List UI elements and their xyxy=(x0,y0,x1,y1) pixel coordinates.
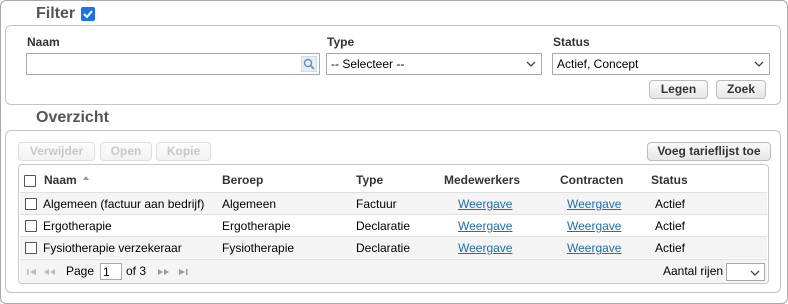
column-header-type[interactable]: Type xyxy=(356,173,383,187)
previous-page-icon[interactable] xyxy=(43,268,57,276)
contracten-link[interactable]: Weergave xyxy=(567,219,621,233)
copy-button[interactable]: Kopie xyxy=(156,142,211,161)
cell-status: Actief xyxy=(655,219,686,233)
cell-naam: Algemeen (factuur aan bedrijf) xyxy=(43,197,205,211)
first-page-icon[interactable] xyxy=(26,268,38,276)
contracten-link[interactable]: Weergave xyxy=(567,241,621,255)
column-header-medewerkers[interactable]: Medewerkers xyxy=(444,173,520,187)
cell-type: Declaratie xyxy=(356,241,411,255)
rows-per-page-label: Aantal rijen xyxy=(663,264,724,278)
row-checkbox[interactable] xyxy=(25,198,37,210)
search-icon[interactable] xyxy=(301,56,317,72)
chevron-down-icon xyxy=(750,270,760,276)
naam-label: Naam xyxy=(27,35,60,49)
select-all-checkbox[interactable] xyxy=(24,175,36,187)
overview-legend: Overzicht xyxy=(32,109,113,127)
chevron-down-icon xyxy=(526,61,536,67)
status-label: Status xyxy=(553,35,590,49)
cell-status: Actief xyxy=(655,241,686,255)
type-selected-value: -- Selecteer -- xyxy=(331,57,405,71)
status-select[interactable]: Actief, Concept xyxy=(552,53,770,75)
row-checkbox[interactable] xyxy=(25,242,37,254)
row-checkbox[interactable] xyxy=(25,220,37,232)
type-label: Type xyxy=(327,35,355,49)
pagination-bar: Page 1 of 3 Aantal rijen xyxy=(20,259,767,283)
column-header-contracten[interactable]: Contracten xyxy=(560,173,623,187)
type-select[interactable]: -- Selecteer -- xyxy=(326,53,542,75)
column-header-beroep[interactable]: Beroep xyxy=(222,173,263,187)
clear-button[interactable]: Legen xyxy=(649,80,708,99)
page-count-label: of 3 xyxy=(126,264,147,278)
open-button[interactable]: Open xyxy=(100,142,152,161)
table-row[interactable]: Ergotherapie Ergotherapie Declaratie Wee… xyxy=(20,214,767,236)
check-icon xyxy=(83,10,93,19)
sort-ascending-icon xyxy=(83,176,90,180)
status-selected-value: Actief, Concept xyxy=(557,57,639,71)
naam-input[interactable] xyxy=(26,53,320,75)
medewerkers-link[interactable]: Weergave xyxy=(458,197,512,211)
medewerkers-link[interactable]: Weergave xyxy=(458,241,512,255)
cell-beroep: Ergotherapie xyxy=(222,219,291,233)
page-number-input[interactable]: 1 xyxy=(100,263,122,280)
page-label: Page xyxy=(66,264,95,278)
table-row[interactable]: Algemeen (factuur aan bedrijf) Algemeen … xyxy=(20,192,767,214)
filter-legend: Filter xyxy=(32,5,100,23)
add-tariff-list-button[interactable]: Voeg tarieflijst toe xyxy=(647,142,771,161)
cell-beroep: Fysiotherapie xyxy=(222,241,295,255)
table-row[interactable]: Fysiotherapie verzekeraar Fysiotherapie … xyxy=(20,236,767,258)
last-page-icon[interactable] xyxy=(177,268,189,276)
cell-type: Factuur xyxy=(356,197,397,211)
cell-naam: Ergotherapie xyxy=(43,219,112,233)
medewerkers-link[interactable]: Weergave xyxy=(458,219,512,233)
filter-title: Filter xyxy=(36,5,76,22)
column-header-naam[interactable]: Naam xyxy=(44,173,90,187)
column-header-status[interactable]: Status xyxy=(651,173,688,187)
rows-per-page-select[interactable] xyxy=(726,263,765,281)
cell-beroep: Algemeen xyxy=(222,197,277,211)
cell-naam: Fysiotherapie verzekeraar xyxy=(43,241,182,255)
next-page-icon[interactable] xyxy=(156,268,170,276)
filter-toggle-checkbox[interactable] xyxy=(81,7,96,21)
cell-type: Declaratie xyxy=(356,219,411,233)
overview-title: Overzicht xyxy=(36,109,109,126)
tariff-list-table: Naam Beroep Type Medewerkers Contracten … xyxy=(18,164,769,284)
chevron-down-icon xyxy=(754,61,764,67)
search-button[interactable]: Zoek xyxy=(716,80,766,99)
contracten-link[interactable]: Weergave xyxy=(567,197,621,211)
cell-status: Actief xyxy=(655,197,686,211)
delete-button[interactable]: Verwijder xyxy=(18,142,95,161)
